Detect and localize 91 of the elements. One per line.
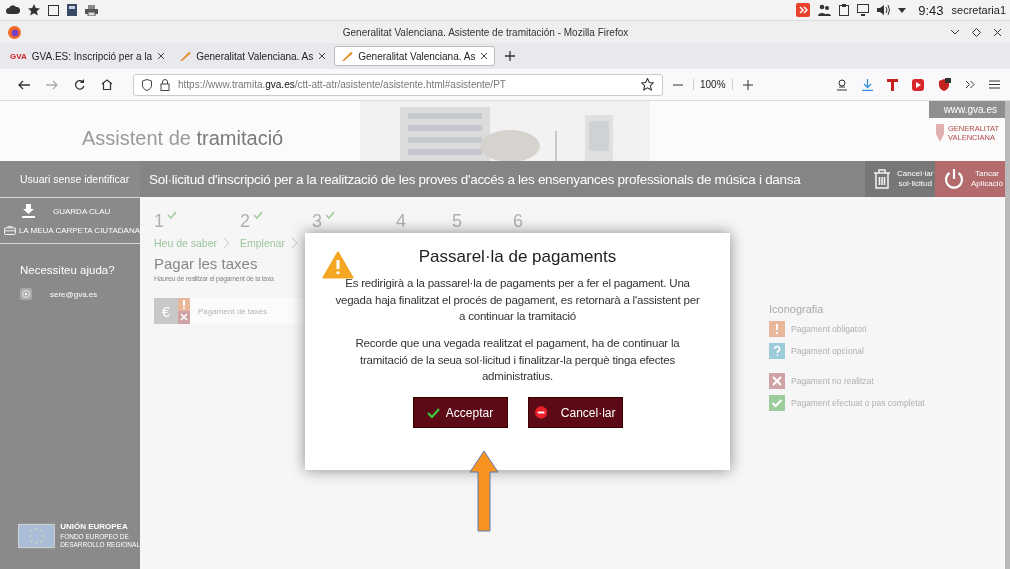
url-text: https://www.tramita.gva.es/ctt-att-atr/asistente/asistente.html#asistente/PT [178,79,507,90]
dialog-title: Passarel·la de pagaments [418,247,617,267]
sidebar-link[interactable]: LA MEUA CARPETA CIUTADANA [0,224,140,237]
step-number: 2 [240,211,250,232]
eu-caption: UNIÓN EUROPEA [60,522,129,533]
eu-flag-icon [18,521,56,551]
step-number: 4 [396,211,406,232]
play-extension-icon[interactable] [912,78,924,91]
zoom-out-icon[interactable] [673,83,683,86]
currency-symbol: € [154,298,178,324]
lock-icon [160,78,170,91]
procedure-title: Sol·licitud d'inscripció per a la realització de les proves d'accés a les ensenyances professionals de música i dansa [148,171,802,187]
optional-icon [769,343,785,359]
tab-title: Generalitat Valenciana. As [196,50,314,62]
browser-logo-icon [8,25,21,39]
menu-icon[interactable] [989,80,1000,89]
legend-label: Pagament opcional [791,346,864,356]
app-title: Assistent de tramitació [81,126,285,150]
back-icon[interactable] [18,79,30,90]
app-icon[interactable] [796,3,811,17]
monitor-icon[interactable] [857,4,870,16]
t-extension-icon[interactable] [887,78,898,91]
zoom-in-icon[interactable] [742,79,753,90]
zoom-level[interactable]: 100% [693,79,733,90]
check-icon [426,407,440,418]
home-icon[interactable] [101,79,113,90]
trash-icon [873,169,891,189]
close-app-button[interactable]: Tancar Aplicació [935,161,1005,197]
close-icon[interactable] [318,52,327,60]
browser-tab[interactable]: GVA GVA.ES: Inscripció per a la [4,46,172,66]
dialog-message: Es redirigirà a la passarel·la de pagaments per a fer el pagament. Una vegada haja finalitzat el procés de pagament, es retornarà a l'assistent per a continuar la tramitació [335,276,700,325]
dialog-message: Recorde que una vegada realitzat el pagament, ha de continuar la tramitació de la seua sol·licitud i finalitzar-la perquè tinga efectes administratius. [354,336,681,385]
user-status: Usuari sense identificar [20,173,130,185]
browser-tab[interactable]: Generalitat Valenciana. As [173,46,333,66]
shield-icon [142,78,152,91]
maximize-icon[interactable] [972,27,981,37]
reload-icon[interactable] [74,79,85,90]
cancel-request-button[interactable]: Cancel·lar sol·licitud [865,161,935,197]
window-title: Generalitat Valenciana. Asistente de tramitación - Mozilla Firefox [341,26,630,38]
cancel-button[interactable]: Cancel·lar [527,397,623,429]
people-icon[interactable] [818,4,832,16]
at-sign-icon [20,288,32,300]
warning-icon [322,251,354,279]
step-number: 6 [513,211,523,232]
clock: 9:43 [918,2,944,18]
window-icon[interactable] [48,4,59,16]
minimize-icon[interactable] [950,29,960,35]
calculator-icon[interactable] [67,4,77,16]
sidebar-link[interactable]: GUARDA CLAU [0,204,140,218]
user-name: secretaria1 [951,4,1006,16]
star-icon[interactable] [28,4,40,16]
chevron-icon [223,237,231,249]
legend-title: Iconografia [769,303,825,315]
tab-title: GVA.ES: Inscripció per a la [31,50,153,62]
step-number: 3 [312,211,322,232]
favicon: GVA [10,51,27,61]
browser-tab[interactable]: Generalitat Valenciana. As [334,46,496,66]
download-icon[interactable] [862,78,873,91]
step-number: 5 [452,211,462,232]
caret-icon[interactable] [898,7,907,13]
printer-icon[interactable] [85,4,98,16]
done-icon [769,395,785,411]
library-icon[interactable] [836,78,848,91]
close-icon[interactable] [480,52,489,60]
bookmark-star-icon[interactable] [641,78,654,91]
chevron-icon [290,237,298,249]
minus-circle-icon [534,406,547,420]
overflow-icon[interactable] [965,80,975,89]
payment-label: Pagament de taxes [197,306,267,316]
email-link[interactable]: sere@gva.es [0,276,140,300]
cloud-icon[interactable] [6,5,20,15]
clipboard-icon[interactable] [839,4,850,16]
close-icon[interactable] [993,27,1002,37]
required-icon [769,321,785,337]
site-link[interactable]: www.gva.es [929,101,1005,118]
power-icon [943,168,965,190]
download-icon [22,204,35,218]
speaker-icon[interactable] [877,4,891,16]
section-title: Pagar les taxes [154,255,258,272]
coat-of-arms-icon [935,124,945,142]
tab-title: Generalitat Valenciana. As [358,50,476,62]
address-bar[interactable]: https://www.tramita.gva.es/ctt-att-atr/asistente/asistente.html#asistente/PT [133,73,663,96]
shield-extension-icon[interactable] [938,78,951,91]
new-tab-icon[interactable] [505,51,516,61]
briefcase-icon [4,224,16,237]
legend-label: Pagament obligatori [791,324,867,334]
step-number: 1 [154,211,164,232]
close-icon[interactable] [157,52,166,60]
accept-button[interactable]: Acceptar [412,397,508,429]
status-icon [178,298,190,324]
help-title: Necessiteu ajuda? [19,263,116,276]
